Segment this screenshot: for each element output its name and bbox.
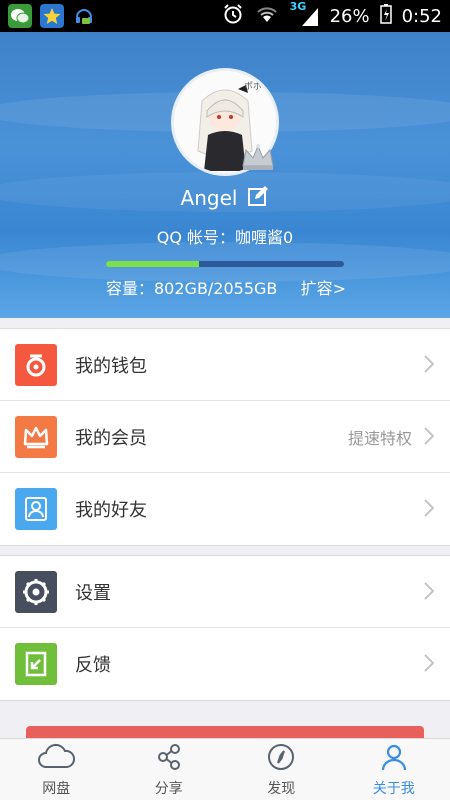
feedback-icon (15, 643, 57, 685)
tab-label: 网盘 (42, 780, 71, 797)
user-name: Angel (180, 186, 238, 210)
clock: 0:52 (401, 5, 442, 27)
chevron-right-icon (424, 427, 435, 449)
qq-icon (72, 4, 96, 28)
tab-about-me[interactable]: 关于我 (338, 739, 450, 800)
storage-capacity: 容量：802GB/2055GB (106, 279, 278, 298)
crown-icon (240, 142, 276, 176)
signal-icon: 3G (290, 0, 320, 28)
wallet-icon (15, 344, 57, 386)
storage-progress-bar (106, 261, 344, 267)
tab-label: 关于我 (372, 780, 415, 797)
menu-item-label: 我的会员 (75, 427, 147, 449)
tab-label: 分享 (154, 780, 183, 797)
chevron-right-icon (424, 654, 435, 676)
menu-item-wallet[interactable]: 我的钱包 (0, 329, 450, 401)
chevron-right-icon (424, 355, 435, 377)
menu-item-label: 设置 (75, 582, 111, 604)
menu-item-membership[interactable]: 我的会员 提速特权 (0, 401, 450, 473)
storage-progress-fill (106, 261, 199, 267)
wechat-icon (8, 4, 32, 28)
menu-group-system: 设置 反馈 (0, 555, 450, 701)
battery-icon (379, 3, 392, 29)
tab-discover[interactable]: 发现 (225, 739, 338, 800)
person-icon (379, 742, 409, 776)
menu-item-settings[interactable]: 设置 (0, 556, 450, 628)
chevron-right-icon (424, 582, 435, 604)
menu-item-feedback[interactable]: 反馈 (0, 628, 450, 700)
menu-item-label: 我的好友 (75, 500, 147, 521)
tab-cloud-disk[interactable]: 网盘 (0, 739, 113, 800)
wifi-icon (254, 4, 280, 29)
battery-percent: 26% (329, 5, 370, 27)
chevron-right-icon (424, 499, 435, 521)
menu-item-extra: 提速特权 (347, 428, 412, 448)
bottom-tab-bar: 网盘 分享 发现 关于我 (0, 738, 450, 800)
edit-icon[interactable] (247, 185, 269, 211)
menu-group-account: 我的钱包 我的会员 提速特权 我的好友 (0, 328, 450, 546)
compass-icon (266, 742, 296, 776)
alarm-icon (222, 3, 244, 30)
star-icon (40, 4, 64, 28)
settings-icon (15, 571, 57, 613)
crown-icon (15, 416, 57, 458)
status-bar: 3G 26% 0:52 (0, 0, 450, 32)
cloud-icon (37, 742, 76, 776)
menu-item-label: 我的钱包 (75, 355, 147, 377)
tab-share[interactable]: 分享 (113, 739, 226, 800)
profile-header: ポポ Angel QQ 帐号：咖喱酱0 容量：802GB/2055GB 扩容> (0, 32, 450, 318)
tab-label: 发现 (267, 780, 296, 797)
svg-text:ポポ: ポポ (244, 81, 262, 92)
menu-item-friends[interactable]: 我的好友 (0, 473, 450, 545)
friend-icon (15, 488, 57, 530)
expand-storage-link[interactable]: 扩容> (301, 275, 346, 299)
share-icon (154, 742, 184, 776)
qq-account: QQ 帐号：咖喱酱0 (156, 228, 294, 247)
menu-item-label: 反馈 (75, 655, 111, 676)
